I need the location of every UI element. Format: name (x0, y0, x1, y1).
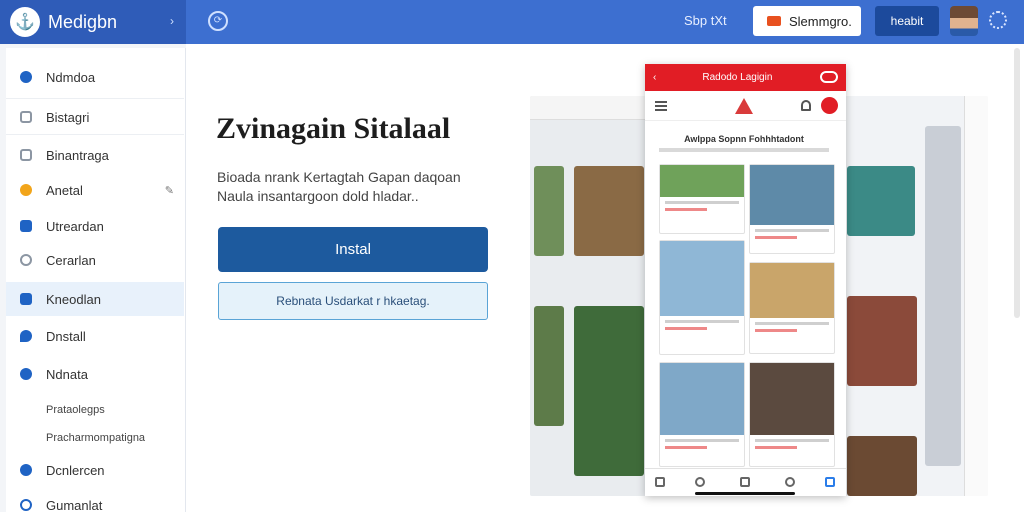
sidebar-item-label: Bistagri (46, 109, 90, 125)
sidebar-item-2[interactable]: Binantraga (6, 138, 184, 172)
phone-header-title: Radodo Lagigin (702, 72, 773, 83)
brand-area[interactable]: ⚓ Medigbn › (0, 0, 186, 44)
page-description: Bioada nrank Kertagtah Gapan daqoan Naul… (217, 169, 461, 204)
phone-nav (645, 91, 846, 121)
clock-icon (20, 254, 32, 266)
preview-screenshot-right (845, 96, 988, 496)
brand-logo-icon: ⚓ (10, 7, 40, 37)
flag-icon (767, 16, 781, 26)
sidebar-item-5[interactable]: Cerarlan (6, 243, 184, 277)
sidebar-item-label: Cerarlan (46, 252, 96, 268)
sidebar-item-label: Dnstall (46, 328, 86, 344)
login-button[interactable]: heabit (875, 6, 939, 36)
settings-icon[interactable] (989, 11, 1007, 29)
refresh-icon[interactable]: ⟳ (208, 11, 228, 31)
sidebar-item-10[interactable]: Gumanlat (6, 488, 184, 512)
profile-icon[interactable] (825, 477, 835, 487)
calendar-icon (20, 220, 32, 232)
edit-icon[interactable] (785, 477, 795, 487)
sidebar-item-label: Ndnata (46, 366, 88, 382)
card-3[interactable] (749, 262, 835, 354)
sidebar-item-label: Gumanlat (46, 497, 103, 512)
home-indicator (695, 492, 795, 495)
phone-header: ‹ Radodo Lagigin (645, 64, 846, 91)
document-icon (20, 111, 32, 123)
sidebar-item-0[interactable]: Ndmdoa (6, 60, 184, 94)
card-4[interactable] (659, 362, 745, 467)
card-2[interactable] (659, 240, 745, 355)
install-button[interactable]: Instal (218, 227, 488, 272)
list-icon (20, 149, 32, 161)
bookmark-icon[interactable] (740, 477, 750, 487)
sign-link[interactable]: Sbp tXt (684, 13, 727, 28)
bell-icon[interactable] (801, 100, 811, 111)
sidebar-item-label: Dcnlercen (46, 462, 105, 478)
sidebar-item-3[interactable]: Anetal ✎ (6, 173, 184, 207)
sidebar-item-label: Anetal (46, 182, 83, 198)
notification-icon[interactable] (821, 97, 838, 114)
phone-preview: ‹ Radodo Lagigin Awlppa Sopnn Fohhhtadon… (645, 64, 846, 496)
card-5[interactable] (749, 362, 835, 467)
sidebar: Ndmdoa Bistagri Binantraga Anetal ✎ Utre… (6, 48, 186, 512)
brand-name: Medigbn (48, 11, 118, 32)
page-title: Zvinagain Sitalaal (216, 112, 451, 145)
sidebar-item-label: Kneodlan (46, 291, 101, 307)
scrollbar[interactable] (1014, 48, 1020, 318)
sidebar-item-1[interactable]: Bistagri (6, 100, 184, 134)
options-icon[interactable] (820, 71, 838, 83)
sidebar-item-label: Utreardan (46, 218, 104, 234)
edit-icon[interactable]: ✎ (165, 184, 174, 197)
globe-icon (20, 368, 32, 380)
grid-icon (20, 71, 32, 83)
learn-more-button[interactable]: Rebnata Usdarkat r hkaetag. (218, 282, 488, 320)
top-bar: ⚓ Medigbn › ⟳ Sbp tXt Slemmgro. heabit (0, 0, 1024, 44)
sidebar-item-4[interactable]: Utreardan (6, 209, 184, 243)
search-icon[interactable] (695, 477, 705, 487)
sidebar-subitem-0[interactable]: Prataolegps (46, 404, 105, 416)
preview-screenshot-left (530, 96, 648, 496)
sidebar-item-label: Ndmdoa (46, 69, 96, 85)
sidebar-item-7[interactable]: Dnstall (6, 319, 184, 353)
card-0[interactable] (659, 164, 745, 234)
card-1[interactable] (749, 164, 835, 254)
sidebar-subitem-1[interactable]: Pracharmompatigna (46, 432, 145, 444)
phone-subtitle-bar (659, 148, 829, 152)
menu-icon[interactable] (655, 101, 667, 111)
sidebar-item-label: Binantraga (46, 147, 109, 163)
divider (6, 98, 184, 99)
language-label: Slemmgro. (789, 13, 852, 29)
phone-bottom-nav (645, 468, 846, 496)
app-logo-icon (735, 98, 753, 114)
phone-section-title: Awlppa Sopnn Fohhhtadont (684, 134, 804, 144)
info-icon (20, 499, 32, 511)
sidebar-item-8[interactable]: Ndnata (6, 357, 184, 391)
back-arrow-icon[interactable]: ‹ (653, 72, 656, 83)
sidebar-item-6[interactable]: Kneodlan (6, 282, 184, 316)
chevron-right-icon[interactable]: › (170, 14, 174, 28)
home-icon[interactable] (655, 477, 665, 487)
circle-icon (20, 464, 32, 476)
avatar[interactable] (950, 6, 978, 36)
language-button[interactable]: Slemmgro. (753, 6, 861, 36)
divider (6, 134, 184, 135)
folder-icon (20, 293, 32, 305)
shield-icon (20, 330, 32, 342)
star-icon (20, 184, 32, 196)
sidebar-item-9[interactable]: Dcnlercen (6, 453, 184, 487)
